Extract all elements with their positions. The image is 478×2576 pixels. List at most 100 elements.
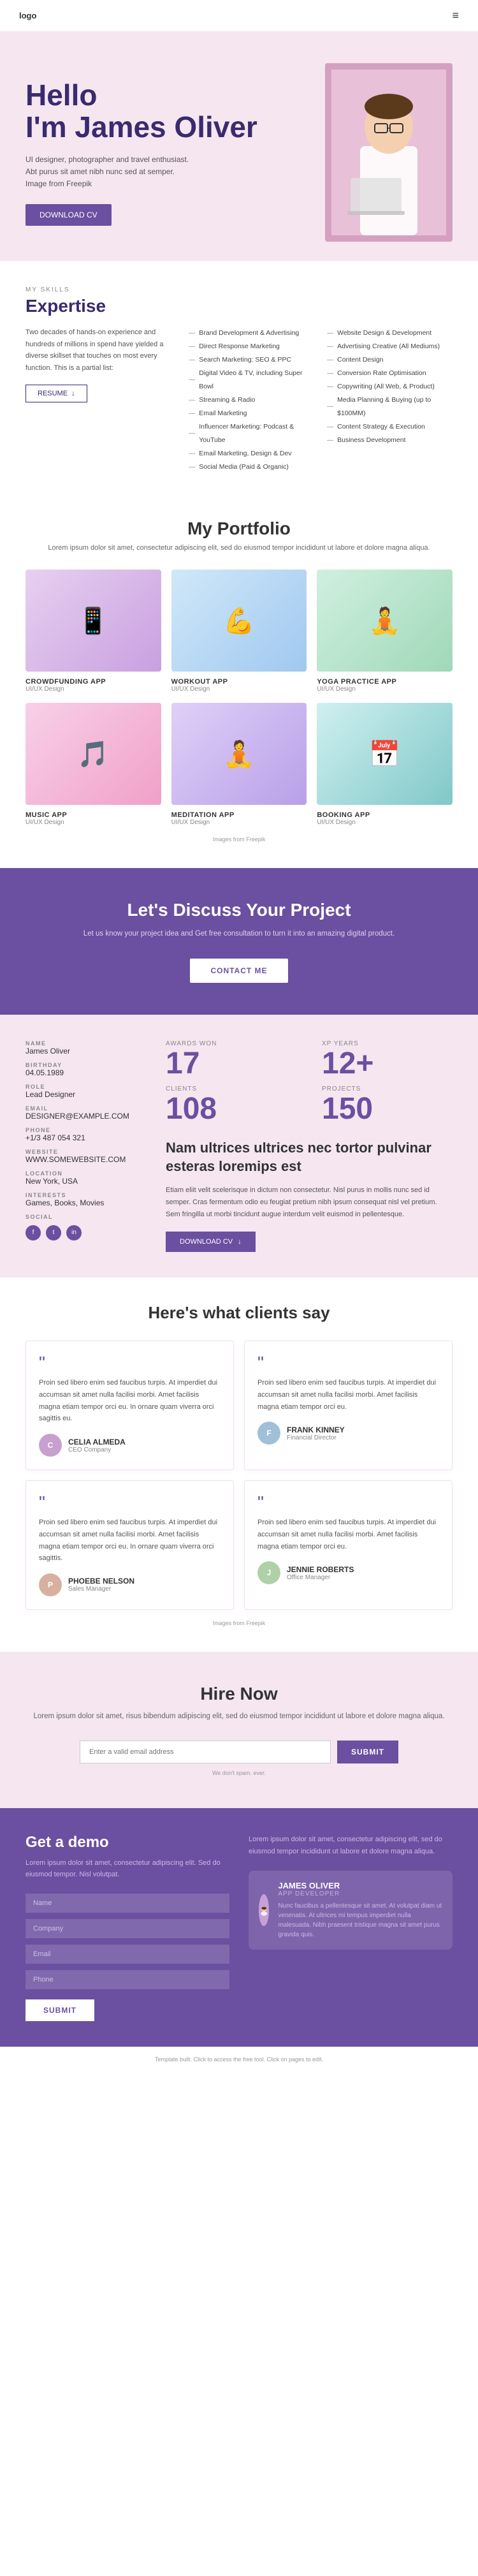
stat-value: Games, Books, Movies	[25, 1198, 147, 1207]
hero-description: UI designer, photographer and travel ent…	[25, 154, 191, 191]
stat-label: EMAIL	[25, 1105, 147, 1112]
portfolio-item[interactable]: 🎵 MUSIC APP UI/UX Design	[25, 703, 161, 826]
portfolio-item[interactable]: 📱 CROWDFUNDING APP UI/UX Design	[25, 570, 161, 693]
contact-button[interactable]: CONTACT ME	[190, 959, 287, 983]
stat-field: LOCATION New York, USA	[25, 1170, 147, 1186]
footer: Template built. Click to access the free…	[0, 2047, 478, 2072]
download-arrow-icon: ↓	[238, 1238, 242, 1246]
demo-phone-input[interactable]	[25, 1970, 229, 1989]
stats-download-button[interactable]: DOWNLOAD CV ↓	[166, 1232, 256, 1252]
quote-icon: "	[257, 1354, 439, 1372]
social-icons: ftin	[25, 1225, 147, 1240]
skill-item: Influencer Marketing: Podcast & YouTube	[189, 420, 314, 447]
demo-company-input[interactable]	[25, 1919, 229, 1938]
demo-name-input[interactable]	[25, 1894, 229, 1913]
hire-title: Hire Now	[25, 1684, 453, 1704]
skills-title: Expertise	[25, 296, 453, 316]
skill-item: Email Marketing	[189, 407, 314, 420]
skills-section: MY SKILLS Expertise Two decades of hands…	[0, 261, 478, 493]
portfolio-item[interactable]: 🧘 YOGA PRACTICE APP UI/UX Design	[317, 570, 453, 693]
stat-field: PHONE +1/3 487 054 321	[25, 1127, 147, 1142]
hamburger-icon[interactable]: ≡	[452, 9, 459, 22]
client-info: J JENNIE ROBERTS Office Manager	[257, 1561, 439, 1584]
download-cv-button[interactable]: DOWNLOAD CV	[25, 204, 112, 226]
portfolio-item-category: UI/UX Design	[317, 686, 453, 693]
stat-label: NAME	[25, 1040, 147, 1047]
numbers-grid: AWARDS WON 17XP YEARS 12+CLIENTS 108PROJ…	[166, 1040, 453, 1127]
portfolio-item[interactable]: 🧘 MEDITATION APP UI/UX Design	[171, 703, 307, 826]
demo-email-input[interactable]	[25, 1945, 229, 1964]
stat-value: James Oliver	[25, 1047, 147, 1056]
client-testimonial-text: Proin sed libero enim sed faucibus turpi…	[257, 1517, 439, 1552]
portfolio-title: My Portfolio	[25, 519, 453, 539]
client-avatar: P	[39, 1573, 62, 1596]
client-role: CEO Company	[68, 1446, 126, 1454]
skill-item: Website Design & Development	[327, 327, 453, 340]
demo-submit-button[interactable]: SUBMIT	[25, 1999, 94, 2021]
portfolio-item-name: YOGA PRACTICE APP	[317, 678, 453, 686]
demo-card-info: JAMES OLIVER APP DEVELOPER Nunc faucibus…	[278, 1881, 442, 1939]
stat-value: WWW.SOMEWEBSITE.COM	[25, 1155, 147, 1164]
quote-icon: "	[39, 1354, 221, 1372]
stat-number-item: XP YEARS 12+	[322, 1040, 453, 1081]
social-icon-t[interactable]: t	[46, 1225, 61, 1240]
portfolio-thumb: 📱	[25, 570, 161, 672]
client-details: CELIA ALMEDA CEO Company	[68, 1438, 126, 1454]
stat-label: WEBSITE	[25, 1149, 147, 1155]
client-card: " Proin sed libero enim sed faucibus tur…	[244, 1341, 453, 1470]
stat-value: Lead Designer	[25, 1090, 147, 1099]
demo-title: Get a demo	[25, 1834, 229, 1851]
stat-label: BIRTHDAY	[25, 1062, 147, 1068]
hire-submit-button[interactable]: SUBMIT	[337, 1741, 398, 1763]
portfolio-item-name: WORKOUT APP	[171, 678, 307, 686]
portfolio-grid: 📱 CROWDFUNDING APP UI/UX Design 💪 WORKOU…	[25, 570, 453, 826]
demo-form-panel: Get a demo Lorem ipsum dolor sit amet, c…	[25, 1834, 229, 2020]
portfolio-item-name: BOOKING APP	[317, 811, 453, 819]
skill-item: Conversion Rate Optimisation	[327, 367, 453, 380]
hero-section: Hello I'm James Oliver UI designer, phot…	[0, 31, 478, 261]
demo-card-role: APP DEVELOPER	[278, 1890, 442, 1897]
portfolio-item[interactable]: 📅 BOOKING APP UI/UX Design	[317, 703, 453, 826]
stats-numbers-panel: AWARDS WON 17XP YEARS 12+CLIENTS 108PROJ…	[166, 1040, 453, 1253]
quote-icon: "	[39, 1494, 221, 1512]
demo-profile-card: JAMES OLIVER APP DEVELOPER Nunc faucibus…	[249, 1871, 453, 1950]
portfolio-item-name: MEDITATION APP	[171, 811, 307, 819]
portfolio-item-name: CROWDFUNDING APP	[25, 678, 161, 686]
client-testimonial-text: Proin sed libero enim sed faucibus turpi…	[257, 1377, 439, 1413]
number-value: 17	[166, 1047, 296, 1081]
demo-section: Get a demo Lorem ipsum dolor sit amet, c…	[0, 1808, 478, 2046]
stat-label: INTERESTS	[25, 1192, 147, 1198]
social-links: SOCIAL ftin	[25, 1214, 147, 1240]
navbar: logo ≡	[0, 0, 478, 31]
stat-label: PHONE	[25, 1127, 147, 1133]
resume-button[interactable]: RESUME ↓	[25, 385, 87, 402]
client-avatar: F	[257, 1422, 280, 1445]
client-info: F FRANK KINNEY Financial Director	[257, 1422, 439, 1445]
discuss-title: Let's Discuss Your Project	[25, 900, 453, 920]
skill-item: Email Marketing, Design & Dev	[189, 447, 314, 460]
portfolio-item-category: UI/UX Design	[171, 819, 307, 826]
client-details: PHOEBE NELSON Sales Manager	[68, 1577, 134, 1593]
portfolio-thumb: 🧘	[171, 703, 307, 805]
client-details: JENNIE ROBERTS Office Manager	[287, 1565, 354, 1581]
stat-field: INTERESTS Games, Books, Movies	[25, 1192, 147, 1207]
client-testimonial-text: Proin sed libero enim sed faucibus turpi…	[39, 1517, 221, 1564]
social-icon-in[interactable]: in	[66, 1225, 82, 1240]
stat-value: +1/3 487 054 321	[25, 1133, 147, 1142]
portfolio-item[interactable]: 💪 WORKOUT APP UI/UX Design	[171, 570, 307, 693]
clients-credit: Images from Freepik	[25, 1620, 453, 1626]
client-role: Sales Manager	[68, 1586, 134, 1593]
quote-icon: "	[257, 1494, 439, 1512]
skills-col-2: Website Design & DevelopmentAdvertising …	[327, 327, 453, 474]
number-label: AWARDS WON	[166, 1040, 296, 1047]
portfolio-thumb: 🎵	[25, 703, 161, 805]
demo-form-row	[25, 1945, 229, 1964]
skill-item: Advertising Creative (All Mediums)	[327, 340, 453, 353]
hire-email-input[interactable]	[80, 1741, 331, 1763]
client-name: JENNIE ROBERTS	[287, 1565, 354, 1574]
social-icon-f[interactable]: f	[25, 1225, 41, 1240]
demo-form-row	[25, 1894, 229, 1913]
skill-item: Search Marketing: SEO & PPC	[189, 353, 314, 367]
stat-value: 04.05.1989	[25, 1068, 147, 1077]
stat-number-item: AWARDS WON 17	[166, 1040, 296, 1081]
